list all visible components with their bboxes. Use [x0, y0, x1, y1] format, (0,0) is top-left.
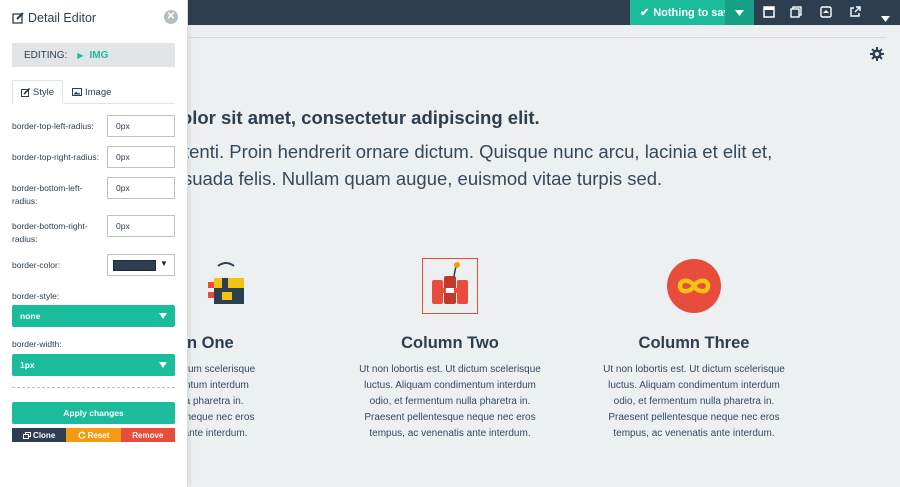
apply-changes-button[interactable]: Apply changes — [12, 402, 175, 424]
dynamite-icon[interactable] — [422, 258, 478, 319]
export-icon[interactable] — [820, 6, 832, 18]
field-label: border-bottom-right-radius: — [12, 221, 88, 244]
refresh-icon — [78, 431, 86, 439]
page-canvas: m dolor sit amet, consectetur adipiscing… — [141, 25, 900, 487]
select-value: 1px — [20, 360, 35, 370]
column-line: Ut non lobortis est. Ut dictum scelerisq… — [603, 364, 785, 375]
check-icon: ✔ — [640, 7, 650, 19]
column-line: tempus, ac venenatis ante interdum. — [369, 428, 531, 439]
caret-down-icon — [159, 313, 167, 319]
border-width-select[interactable]: 1px — [12, 354, 175, 376]
select-value: none — [20, 311, 41, 321]
clone-button[interactable]: Clone — [12, 428, 67, 442]
border-bottom-right-radius-input[interactable]: 0px — [107, 215, 175, 237]
column-line: luctus. Aliquam condimentum interdum — [608, 380, 780, 391]
image-icon — [72, 88, 82, 96]
divider — [12, 387, 175, 388]
field-label: border-color: — [12, 260, 61, 270]
save-options-button[interactable] — [725, 0, 754, 25]
external-link-icon[interactable] — [849, 6, 861, 18]
gear-icon[interactable] — [870, 47, 884, 61]
play-icon: ▶ — [77, 50, 84, 60]
infinity-icon — [666, 258, 722, 319]
column-title: Column Three — [638, 334, 750, 352]
window-icon[interactable] — [763, 6, 775, 18]
column-line: odio, et fermentum nulla pharetra in. — [613, 396, 775, 407]
paragraph-line: e potenti. Proin hendrerit ornare dictum… — [148, 141, 773, 162]
field-label: border-top-left-radius: — [12, 121, 94, 131]
field-label: border-top-right-radius: — [12, 152, 99, 162]
border-color-picker[interactable]: ▼ — [107, 254, 175, 276]
column-three: Column Three Ut non lobortis est. Ut dic… — [594, 258, 794, 442]
editing-bar: EDITING: ▶ IMG — [12, 43, 175, 67]
field-label: border-style: — [12, 291, 60, 301]
editing-label: EDITING: — [24, 49, 68, 61]
color-swatch — [113, 260, 156, 271]
close-icon[interactable]: ✕ — [164, 10, 178, 24]
remove-button[interactable]: Remove — [120, 428, 175, 442]
tab-style-label: Style — [32, 86, 54, 98]
field-label: border-width: — [12, 339, 62, 349]
reset-button[interactable]: Reset — [66, 428, 121, 442]
action-buttons: Clone Reset Remove — [12, 428, 175, 442]
border-bottom-left-radius-input[interactable]: 0px — [107, 177, 175, 199]
column-line: Praesent pellentesque neque nec eros — [364, 412, 536, 423]
divider — [188, 37, 886, 38]
section-paragraph: e potenti. Proin hendrerit ornare dictum… — [148, 138, 788, 192]
caret-down-icon: ▼ — [160, 259, 168, 268]
clone-icon — [23, 431, 32, 439]
column-line: Ut non lobortis est. Ut dictum scelerisq… — [359, 364, 541, 375]
duplicate-icon[interactable] — [790, 6, 802, 18]
column-body: Ut non lobortis est. Ut dictum scelerisq… — [594, 362, 794, 442]
border-top-left-radius-input[interactable]: 0px — [107, 115, 175, 137]
column-line: odio, et fermentum nulla pharetra in. — [369, 396, 531, 407]
column-line: luctus. Aliquam condimentum interdum — [364, 380, 536, 391]
remove-label: Remove — [132, 430, 164, 440]
column-line: tempus, ac venenatis ante interdum. — [613, 428, 775, 439]
caret-down-icon — [159, 362, 167, 368]
save-label: Nothing to save — [653, 6, 736, 19]
robot-icon — [208, 258, 248, 313]
section-heading: m dolor sit amet, consectetur adipiscing… — [148, 107, 540, 128]
detail-editor-panel: Detail Editor ✕ EDITING: ▶ IMG Style Ima… — [0, 0, 188, 487]
panel-title: Detail Editor — [12, 11, 96, 25]
pencil-icon — [21, 87, 30, 97]
column-body: Ut non lobortis est. Ut dictum scelerisq… — [350, 362, 550, 442]
editor-tabs: Style Image — [12, 80, 175, 104]
column-title: Column Two — [401, 334, 499, 352]
tab-image-label: Image — [85, 86, 112, 98]
editing-tag: IMG — [89, 49, 109, 61]
column-line: Praesent pellentesque neque nec eros — [608, 412, 780, 423]
tab-image[interactable]: Image — [64, 80, 119, 104]
clone-label: Clone — [33, 430, 56, 440]
tab-style[interactable]: Style — [12, 80, 63, 104]
border-style-select[interactable]: none — [12, 305, 175, 327]
column-two: Column Two Ut non lobortis est. Ut dictu… — [350, 258, 550, 442]
paragraph-line: nalesuada felis. Nullam quam augue, euis… — [148, 168, 663, 189]
panel-title-text: Detail Editor — [28, 11, 97, 25]
border-top-right-radius-input[interactable]: 0px — [107, 146, 175, 168]
reset-label: Reset — [87, 430, 110, 440]
field-label: border-bottom-left-radius: — [12, 183, 83, 206]
caret-down-icon — [735, 9, 744, 16]
edit-icon — [12, 12, 24, 24]
